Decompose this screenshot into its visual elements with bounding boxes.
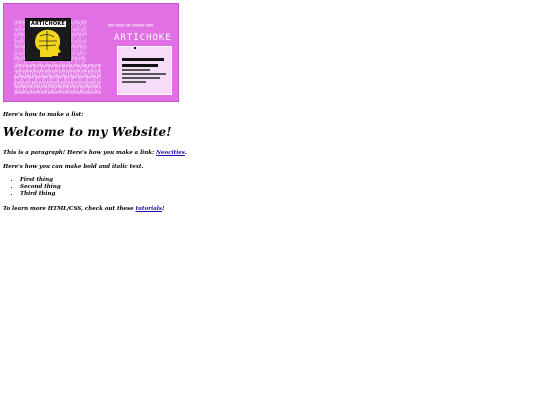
paragraph-suffix: text. <box>127 164 144 170</box>
document-line <box>122 81 146 83</box>
head-profile-icon <box>30 28 66 58</box>
intro-text: Here's how to make a list: <box>3 112 84 118</box>
paragraph-text: To learn more HTML/CSS, check out these <box>3 206 136 212</box>
document-marker <box>134 47 136 49</box>
redaction-bar <box>122 58 164 61</box>
header-banner-image: ▖▙▜▟▖▙▜▟▖▙▜▟▖▙▜▟▖▙▜▟▖▙▜▟▖▙▜▟▖▙▜▟▖▙▜▟▖▙▜▟… <box>3 3 179 102</box>
banner-heading: ARTICHOKE <box>114 33 172 43</box>
banner-tagline: ▒▒▒▒ ▒▒▒▒▒▒ ▒▒▒ ▒▒▒▒▒▒▒▒ ▒▒▒▒▒ <box>108 24 154 27</box>
redaction-bar <box>122 64 158 67</box>
logo-title: ARTICHOKE <box>30 21 66 27</box>
paragraph-suffix: . <box>184 150 187 156</box>
document-line <box>122 73 166 75</box>
paragraph-text: Here's how you can make <box>3 164 84 170</box>
artichoke-logo: ARTICHOKE <box>25 18 71 61</box>
document-line <box>122 69 150 71</box>
paragraph-formatting: Here's how you can make bold and italic … <box>3 163 143 171</box>
italic-text: italic <box>112 164 128 170</box>
banner-text-texture-lower: ▖▙▜▟▖▙▜▟▖▙▜▟▖▙▜▟▖▙▜▟▖▙▜▟▖▙▜▟▖▙▜▟▖▙▜▟▖▙▜▟… <box>14 64 101 94</box>
list-item: Third thing <box>20 191 61 198</box>
paragraph-text: and <box>96 164 113 170</box>
example-list: First thing Second thing Third thing <box>11 177 61 198</box>
paragraph-link: This is a paragraph! Here's how you make… <box>3 149 187 157</box>
page-title: Welcome to my Website! <box>3 125 172 139</box>
banner-document-card <box>117 46 172 95</box>
tutorials-link[interactable]: tutorials <box>136 206 163 212</box>
paragraph-suffix: ! <box>162 206 165 212</box>
list-item: Second thing <box>20 184 61 191</box>
list-item: First thing <box>20 177 61 184</box>
paragraph-text: This is a paragraph! Here's how you make… <box>3 150 157 156</box>
paragraph-tutorials: To learn more HTML/CSS, check out these … <box>3 205 164 213</box>
bold-text: bold <box>83 164 97 170</box>
neocities-link[interactable]: Neocities <box>156 150 185 156</box>
document-line <box>122 77 160 79</box>
